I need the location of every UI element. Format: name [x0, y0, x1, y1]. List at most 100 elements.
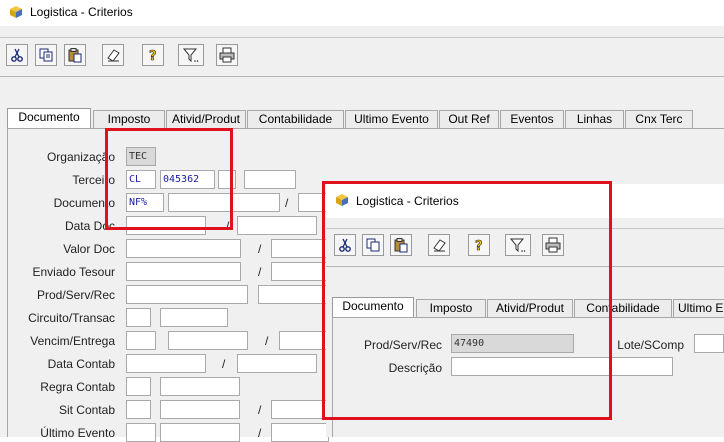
filter-button[interactable]	[178, 44, 204, 66]
overlay-prod-serv-rec-field[interactable]: 47490	[451, 334, 574, 353]
data-doc-to-field[interactable]	[237, 216, 317, 235]
overlay-tab-contabilidade[interactable]: Contabilidade	[574, 299, 672, 317]
circuito-field[interactable]	[126, 308, 151, 327]
overlay-descricao-field[interactable]	[451, 357, 673, 376]
tab-ultimo-evento[interactable]: Ultimo Evento	[345, 110, 438, 128]
tab-linhas[interactable]: Linhas	[565, 110, 624, 128]
entrega-to-field[interactable]	[279, 331, 329, 350]
label-terceiro: Terceiro	[72, 173, 115, 187]
filter-icon	[183, 48, 199, 63]
ultimo-evento-desc-field[interactable]	[160, 423, 240, 442]
ultimo-evento-to-field[interactable]	[271, 423, 329, 442]
vencim-separator: /	[265, 334, 269, 348]
overlay-tab-ultimo-evento[interactable]: Ultimo E	[673, 299, 724, 317]
documento-type-field[interactable]: NF%	[126, 193, 164, 212]
terceiro-extra-field[interactable]	[218, 170, 236, 189]
copy-icon	[39, 48, 53, 62]
cut-button[interactable]	[6, 44, 28, 66]
overlay-toolbar-divider	[326, 228, 724, 229]
enviado-tesour-to-field[interactable]	[271, 262, 331, 281]
main-toolbar: ?	[6, 44, 724, 70]
label-circuito-transac: Circuito/Transac	[28, 311, 115, 325]
label-regra-contab: Regra Contab	[40, 380, 115, 394]
tab-cnx-terc[interactable]: Cnx Terc	[625, 110, 693, 128]
label-vencim-entrega: Vencim/Entrega	[30, 334, 115, 348]
tab-documento[interactable]: Documento	[7, 108, 91, 128]
overlay-title-bar: Logistica - Criterios	[326, 184, 724, 218]
regra-contab-field[interactable]	[126, 377, 151, 396]
overlay-label-prod-serv-rec: Prod/Serv/Rec	[363, 338, 442, 352]
label-enviado-tesour: Enviado Tesour	[32, 265, 116, 279]
label-sit-contab: Sit Contab	[58, 403, 115, 417]
label-valor-doc: Valor Doc	[63, 242, 115, 256]
entrega-from-field[interactable]	[168, 331, 248, 350]
toolbar-bottom-divider	[0, 76, 724, 77]
help-icon: ?	[475, 239, 483, 253]
label-prod-serv-rec: Prod/Serv/Rec	[36, 288, 115, 302]
paste-button[interactable]	[64, 44, 86, 66]
title-bar: Logistica - Criterios	[0, 0, 724, 26]
tab-imposto[interactable]: Imposto	[93, 110, 165, 128]
overlay-tab-ativid-produt[interactable]: Ativid/Produt	[487, 299, 573, 317]
overlay-print-button[interactable]	[542, 234, 564, 256]
overlay-window: Logistica - Criterios ? Documento Impost…	[326, 184, 724, 437]
overlay-cut-button[interactable]	[334, 234, 356, 256]
eraser-icon	[107, 49, 120, 62]
cut-icon	[11, 48, 23, 62]
vencim-field[interactable]	[126, 331, 156, 350]
help-button[interactable]: ?	[142, 44, 164, 66]
overlay-erase-button[interactable]	[428, 234, 450, 256]
tab-contabilidade[interactable]: Contabilidade	[247, 110, 344, 128]
data-doc-from-field[interactable]	[126, 216, 206, 235]
print-icon	[219, 47, 235, 63]
sit-contab-field[interactable]	[126, 400, 151, 419]
regra-contab-desc-field[interactable]	[160, 377, 240, 396]
overlay-label-lote-scomp: Lote/SComp	[617, 338, 684, 352]
label-ultimo-evento: Último Evento	[40, 426, 115, 440]
overlay-tab-imposto[interactable]: Imposto	[416, 299, 486, 317]
tab-eventos[interactable]: Eventos	[500, 110, 564, 128]
data-contab-to-field[interactable]	[237, 354, 317, 373]
valor-doc-from-field[interactable]	[126, 239, 241, 258]
terceiro-number-field[interactable]: 045362	[160, 170, 215, 189]
prod-serv-rec-field[interactable]	[126, 285, 248, 304]
prod-serv-rec-extra-field[interactable]	[258, 285, 328, 304]
help-icon: ?	[149, 49, 157, 63]
window-title: Logistica - Criterios	[30, 5, 133, 19]
documento-separator: /	[285, 196, 289, 210]
organizacao-field[interactable]: TEC	[126, 147, 156, 166]
app-cube-icon	[336, 194, 348, 206]
copy-button[interactable]	[35, 44, 57, 66]
print-button[interactable]	[216, 44, 238, 66]
overlay-filter-button[interactable]	[505, 234, 531, 256]
cut-icon	[339, 238, 351, 252]
sit-contab-desc-field[interactable]	[160, 400, 240, 419]
copy-icon	[366, 238, 380, 252]
data-contab-separator: /	[222, 357, 226, 371]
overlay-paste-button[interactable]	[390, 234, 412, 256]
main-tab-strip: Documento Imposto Ativid/Produt Contabil…	[7, 108, 724, 130]
transac-field[interactable]	[160, 308, 228, 327]
data-contab-from-field[interactable]	[126, 354, 206, 373]
overlay-tab-documento[interactable]: Documento	[332, 297, 414, 317]
overlay-tab-strip: Documento Imposto Ativid/Produt Contabil…	[332, 297, 724, 319]
ultimo-evento-field[interactable]	[126, 423, 156, 442]
erase-button[interactable]	[102, 44, 124, 66]
overlay-lote-scomp-field[interactable]	[694, 334, 724, 353]
terceiro-code-field[interactable]: CL	[126, 170, 156, 189]
overlay-help-button[interactable]: ?	[468, 234, 490, 256]
label-organizacao: Organização	[46, 150, 115, 164]
app-cube-icon	[10, 6, 22, 18]
overlay-copy-button[interactable]	[362, 234, 384, 256]
tab-ativid-produt[interactable]: Ativid/Produt	[166, 110, 246, 128]
tab-out-ref[interactable]: Out Ref	[439, 110, 499, 128]
documento-series-field[interactable]	[298, 193, 328, 212]
label-data-doc: Data Doc	[64, 219, 115, 233]
label-documento: Documento	[53, 196, 115, 210]
enviado-tesour-from-field[interactable]	[126, 262, 241, 281]
sit-contab-to-field[interactable]	[271, 400, 329, 419]
terceiro-suffix-field[interactable]	[244, 170, 296, 189]
valor-doc-to-field[interactable]	[271, 239, 331, 258]
documento-number-field[interactable]	[168, 193, 280, 212]
print-icon	[545, 237, 561, 253]
